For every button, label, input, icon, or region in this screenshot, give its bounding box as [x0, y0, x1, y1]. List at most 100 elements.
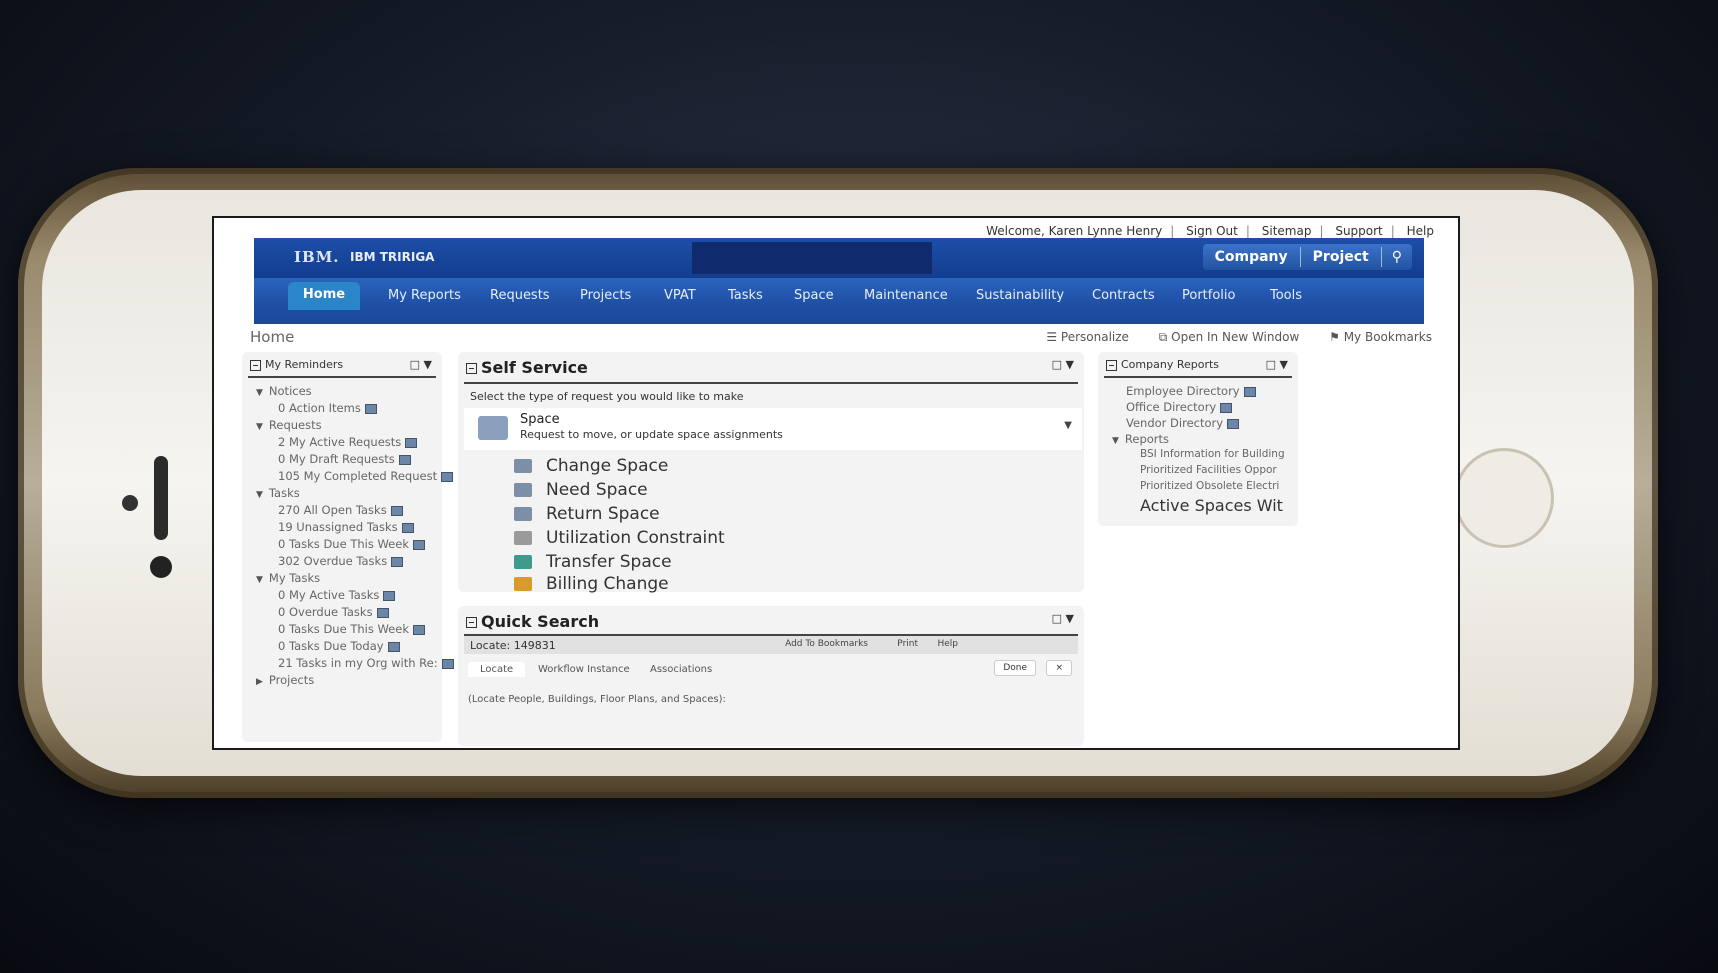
home-button[interactable] [1454, 448, 1554, 548]
nav-item-tasks[interactable]: Tasks [728, 288, 763, 303]
report-label: Employee Directory [1126, 384, 1240, 398]
product-name: IBM TRIRIGA [350, 250, 435, 264]
tree-item[interactable]: 302 Overdue Tasks [278, 554, 404, 568]
request-utilization-constraint[interactable]: Utilization Constraint [514, 528, 725, 548]
add-to-bookmarks-button[interactable]: Add To Bookmarks [785, 639, 868, 649]
report-link-active-spaces[interactable]: Active Spaces Wit [1140, 496, 1294, 515]
collapse-icon [250, 359, 261, 371]
return-space-icon [514, 507, 532, 521]
panel-menu-icon[interactable]: □ ▼ [410, 358, 432, 371]
tree-item[interactable]: 0 Tasks Due This Week [278, 622, 425, 636]
collapse-icon [466, 617, 477, 628]
tree-item[interactable]: 0 Overdue Tasks [278, 605, 389, 619]
nav-item-my-reports[interactable]: My Reports [388, 288, 461, 303]
tab-locate[interactable]: Locate [468, 662, 526, 677]
company-button[interactable]: Company [1203, 244, 1300, 270]
nav-item-requests[interactable]: Requests [490, 288, 550, 303]
nav-item-maintenance[interactable]: Maintenance [864, 288, 948, 303]
report-icon [412, 539, 425, 550]
tree-item[interactable]: 2 My Active Requests [278, 435, 418, 449]
tree-group[interactable]: ▼ My Tasks [256, 571, 320, 585]
nav-item-space[interactable]: Space [794, 288, 834, 303]
request-billing-change[interactable]: Billing Change [514, 574, 669, 594]
open-new-window-button[interactable]: ⧉ Open In New Window [1159, 330, 1300, 344]
request-need-space[interactable]: Need Space [514, 480, 648, 500]
chevron-down-icon[interactable]: ▼ [1064, 420, 1072, 431]
report-icon [364, 403, 377, 414]
nav-item-contracts[interactable]: Contracts [1092, 288, 1155, 303]
expand-arrow-icon[interactable]: ▶ [256, 677, 263, 687]
request-label: Need Space [546, 480, 648, 500]
sensor-icon [122, 495, 138, 511]
expand-arrow-icon[interactable]: ▼ [256, 575, 263, 585]
self-service-title: Self Service [466, 358, 588, 377]
nav-item-portfolio[interactable]: Portfolio [1182, 288, 1235, 303]
report-link-bsi[interactable]: BSI Information for Building [1140, 448, 1294, 460]
report-link-office-directory[interactable]: Office Directory [1126, 400, 1233, 414]
tab-associations[interactable]: Associations [650, 664, 712, 675]
utilization-icon [514, 531, 532, 545]
tree-item[interactable]: 0 Tasks Due This Week [278, 537, 425, 551]
report-link-vendor-directory[interactable]: Vendor Directory [1126, 416, 1240, 430]
personalize-label: Personalize [1060, 330, 1129, 344]
tree-item[interactable]: 0 Action Items [278, 401, 377, 415]
report-icon [1227, 418, 1240, 429]
close-button[interactable]: × [1046, 660, 1072, 676]
tree-label: Notices [268, 384, 312, 398]
expand-arrow-icon[interactable]: ▼ [256, 422, 263, 432]
nav-item-home[interactable]: Home [288, 282, 360, 310]
nav-item-sustainability[interactable]: Sustainability [976, 288, 1064, 303]
help-button[interactable]: Help [937, 639, 958, 649]
tree-label: 0 My Active Tasks [278, 588, 380, 602]
tree-group[interactable]: ▼ Notices [256, 384, 312, 398]
tree-item[interactable]: 105 My Completed Request [278, 469, 454, 483]
report-icon [387, 641, 400, 652]
tree-item[interactable]: 0 My Draft Requests [278, 452, 411, 466]
header-banner [692, 242, 932, 274]
nav-item-tools[interactable]: Tools [1270, 288, 1302, 303]
reports-folder[interactable]: ▼ Reports [1112, 432, 1169, 446]
tree-group[interactable]: ▼ Tasks [256, 486, 300, 500]
tab-workflow-instance[interactable]: Workflow Instance [538, 664, 630, 675]
request-return-space[interactable]: Return Space [514, 504, 660, 524]
support-link[interactable]: Support [1335, 224, 1382, 238]
front-camera-icon [150, 556, 172, 578]
request-transfer-space[interactable]: Transfer Space [514, 552, 672, 572]
panel-menu-icon[interactable]: □ ▼ [1266, 358, 1288, 371]
report-link-prioritized-facilities[interactable]: Prioritized Facilities Oppor [1140, 464, 1294, 476]
nav-item-vpat[interactable]: VPAT [664, 288, 696, 303]
search-icon[interactable]: ⚲ [1382, 249, 1412, 265]
tree-group[interactable]: ▼ Requests [256, 418, 322, 432]
panel-menu-icon[interactable]: □ ▼ [1052, 612, 1074, 625]
panel-menu-icon[interactable]: □ ▼ [1052, 358, 1074, 371]
print-button[interactable]: Print [897, 639, 918, 649]
bookmarks-button[interactable]: ⚑ My Bookmarks [1329, 330, 1432, 344]
welcome-text: Welcome, Karen Lynne Henry [986, 224, 1163, 238]
report-icon [390, 505, 403, 516]
sitemap-link[interactable]: Sitemap [1262, 224, 1312, 238]
report-link-employee-directory[interactable]: Employee Directory [1126, 384, 1256, 398]
expand-arrow-icon[interactable]: ▼ [256, 388, 263, 398]
ibm-logo: IBM. [294, 248, 340, 266]
tree-item[interactable]: 270 All Open Tasks [278, 503, 403, 517]
locate-hint: (Locate People, Buildings, Floor Plans, … [468, 694, 726, 705]
expand-arrow-icon[interactable]: ▼ [256, 490, 263, 500]
personalize-button[interactable]: ☰ Personalize [1046, 330, 1129, 344]
tree-label: 0 Tasks Due This Week [278, 537, 409, 551]
nav-item-projects[interactable]: Projects [580, 288, 631, 303]
tree-item[interactable]: 19 Unassigned Tasks [278, 520, 414, 534]
expand-arrow-icon: ▼ [1112, 436, 1119, 446]
tree-item[interactable]: 0 My Active Tasks [278, 588, 396, 602]
change-space-icon [514, 459, 532, 473]
tree-item[interactable]: 21 Tasks in my Org with Re: [278, 656, 454, 670]
tree-item[interactable]: 0 Tasks Due Today [278, 639, 400, 653]
tree-label: My Tasks [268, 571, 321, 585]
tree-group[interactable]: ▶ Projects [256, 673, 314, 687]
sign-out-link[interactable]: Sign Out [1186, 224, 1238, 238]
request-change-space[interactable]: Change Space [514, 456, 668, 476]
help-link[interactable]: Help [1407, 224, 1434, 238]
report-link-prioritized-obsolete[interactable]: Prioritized Obsolete Electri [1140, 480, 1294, 492]
done-button[interactable]: Done [994, 660, 1036, 676]
category-selector[interactable]: Space Request to move, or update space a… [464, 408, 1082, 450]
project-button[interactable]: Project [1301, 244, 1381, 270]
